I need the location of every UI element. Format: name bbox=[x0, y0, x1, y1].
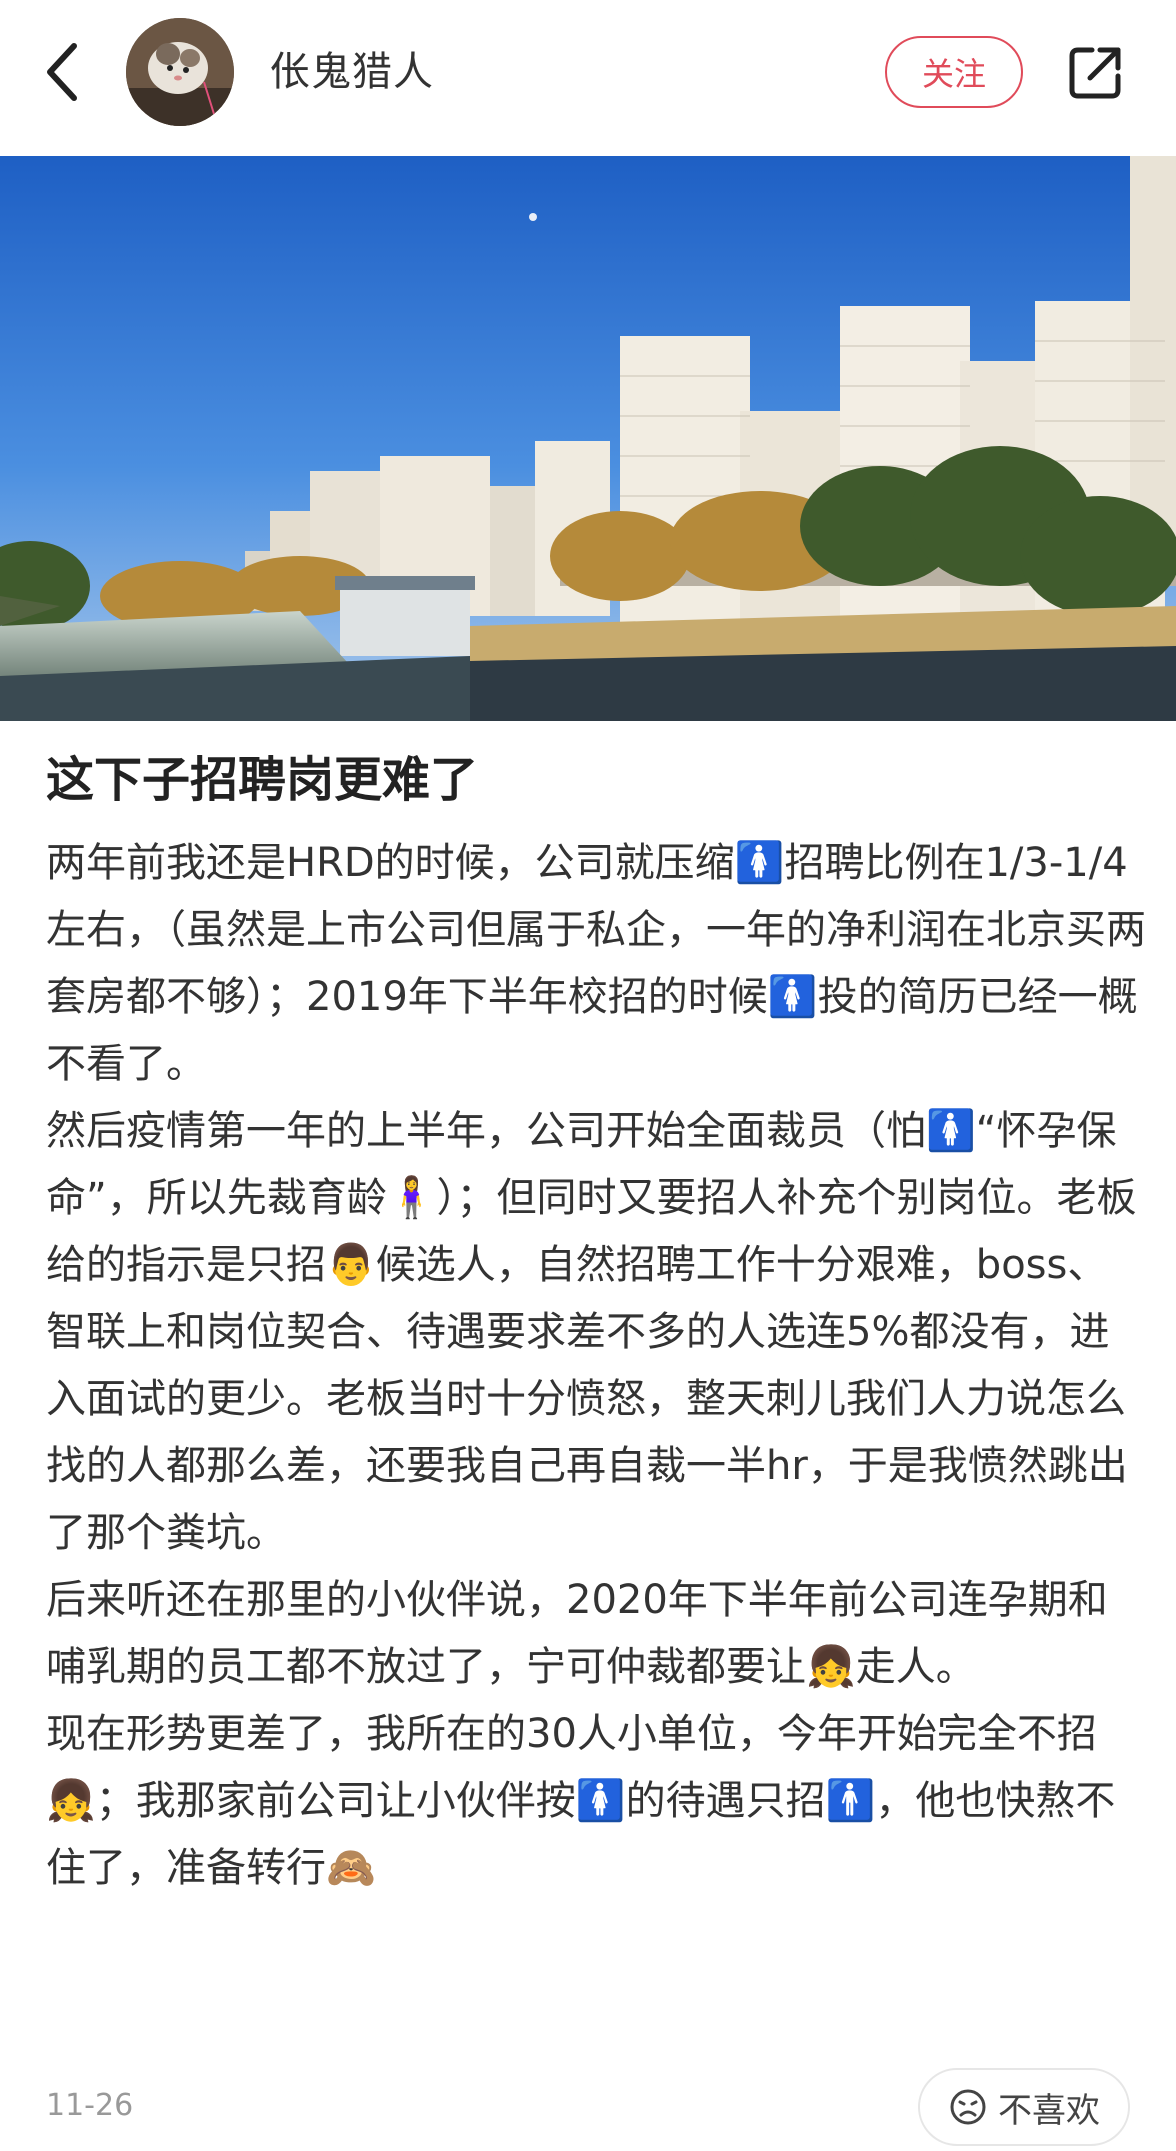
dislike-label: 不喜欢 bbox=[998, 2090, 1100, 2131]
unhappy-face-icon bbox=[950, 2089, 986, 2125]
post-paragraph: 现在形势更差了，我所在的30人小单位，今年开始完全不招👧；我那家前公司让小伙伴按… bbox=[46, 1711, 1116, 1891]
post-date: 11-26 bbox=[46, 2088, 134, 2123]
post-photo[interactable] bbox=[0, 156, 1176, 721]
dislike-button[interactable]: 不喜欢 bbox=[918, 2068, 1130, 2146]
avatar-cat-image bbox=[126, 18, 234, 126]
chevron-left-icon bbox=[47, 43, 77, 101]
avatar[interactable] bbox=[126, 18, 234, 126]
share-external-icon bbox=[1069, 47, 1121, 99]
post-paragraph: 然后疫情第一年的上半年，公司开始全面裁员（怕🚺“怀孕保命”，所以先裁育龄🧍‍♀️… bbox=[46, 1108, 1137, 1556]
post-title: 这下子招聘岗更难了 bbox=[46, 752, 479, 808]
city-river-image bbox=[0, 156, 1176, 721]
post-body: 两年前我还是HRD的时候，公司就压缩🚺招聘比例在1/3-1/4左右，（虽然是上市… bbox=[46, 830, 1146, 1902]
post-paragraph: 两年前我还是HRD的时候，公司就压缩🚺招聘比例在1/3-1/4左右，（虽然是上市… bbox=[46, 840, 1146, 1087]
post-paragraph: 后来听还在那里的小伙伴说，2020年下半年前公司连孕期和哺乳期的员工都不放过了，… bbox=[46, 1577, 1108, 1690]
back-button[interactable] bbox=[36, 36, 88, 108]
top-bar: 伥鬼猎人 关注 bbox=[0, 0, 1176, 156]
author-name[interactable]: 伥鬼猎人 bbox=[270, 46, 434, 98]
share-button[interactable] bbox=[1060, 36, 1132, 108]
follow-button[interactable]: 关注 bbox=[885, 36, 1023, 108]
